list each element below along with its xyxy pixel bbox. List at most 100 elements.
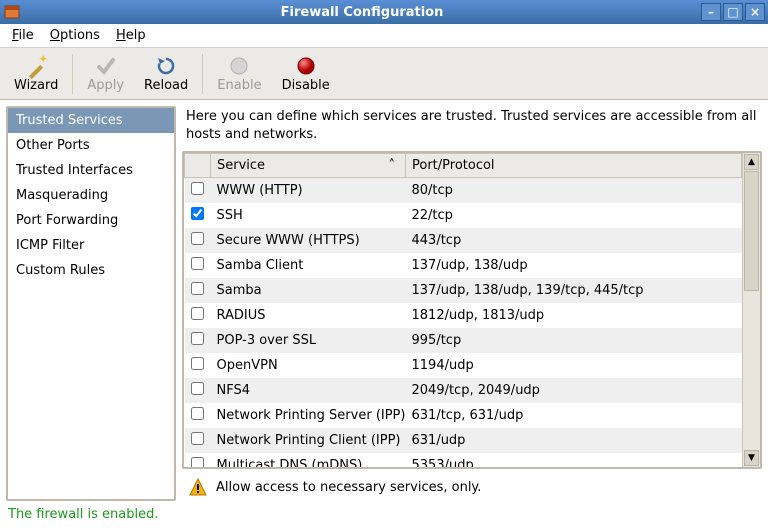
table-row[interactable]: Samba137/udp, 138/udp, 139/tcp, 445/tcp [185, 278, 742, 303]
sidebar-item[interactable]: Other Ports [8, 133, 174, 158]
table-row[interactable]: Network Printing Server (IPP)631/tcp, 63… [185, 403, 742, 428]
column-header-port-label: Port/Protocol [412, 158, 495, 173]
table-row[interactable]: Secure WWW (HTTPS)443/tcp [185, 228, 742, 253]
status-bar: The firewall is enabled. [0, 503, 768, 528]
table-row[interactable]: Samba Client137/udp, 138/udp [185, 253, 742, 278]
toolbar-separator [72, 54, 73, 94]
service-port: 995/tcp [406, 328, 742, 353]
service-checkbox[interactable] [191, 332, 204, 345]
menu-file[interactable]: File [4, 26, 42, 45]
service-name: SSH [211, 203, 406, 228]
close-button[interactable]: × [745, 3, 765, 21]
warning-icon [188, 477, 208, 497]
reload-button[interactable]: Reload [134, 50, 198, 98]
service-name: Secure WWW (HTTPS) [211, 228, 406, 253]
wizard-button[interactable]: Wizard [4, 50, 68, 98]
reload-icon [154, 54, 178, 78]
sidebar-item[interactable]: Trusted Interfaces [8, 158, 174, 183]
vertical-scrollbar[interactable]: ▲ ▼ [742, 153, 760, 467]
column-header-service-label: Service [217, 158, 265, 173]
apply-icon [94, 54, 118, 78]
service-port: 2049/tcp, 2049/udp [406, 378, 742, 403]
disable-icon [294, 54, 318, 78]
table-row[interactable]: SSH22/tcp [185, 203, 742, 228]
service-port: 80/tcp [406, 178, 742, 204]
window-title: Firewall Configuration [24, 5, 700, 20]
service-port: 631/tcp, 631/udp [406, 403, 742, 428]
service-checkbox[interactable] [191, 432, 204, 445]
toolbar-separator [202, 54, 203, 94]
sidebar-item[interactable]: ICMP Filter [8, 233, 174, 258]
service-name: Samba [211, 278, 406, 303]
column-header-service[interactable]: Service ˄ [211, 154, 406, 178]
service-checkbox[interactable] [191, 232, 204, 245]
service-name: Network Printing Client (IPP) [211, 428, 406, 453]
service-port: 443/tcp [406, 228, 742, 253]
service-name: Multicast DNS (mDNS) [211, 453, 406, 467]
column-header-port[interactable]: Port/Protocol [406, 154, 742, 178]
scroll-thumb[interactable] [744, 171, 759, 291]
sidebar-item[interactable]: Masquerading [8, 183, 174, 208]
sidebar-item[interactable]: Custom Rules [8, 258, 174, 283]
scroll-down-icon[interactable]: ▼ [744, 450, 759, 466]
service-checkbox[interactable] [191, 182, 204, 195]
maximize-button[interactable]: □ [723, 3, 743, 21]
service-name: WWW (HTTP) [211, 178, 406, 204]
service-name: Samba Client [211, 253, 406, 278]
service-checkbox[interactable] [191, 282, 204, 295]
table-row[interactable]: WWW (HTTP)80/tcp [185, 178, 742, 204]
sidebar-item[interactable]: Port Forwarding [8, 208, 174, 233]
enable-icon [227, 54, 251, 78]
service-name: POP-3 over SSL [211, 328, 406, 353]
reload-label: Reload [144, 78, 188, 93]
warning-text: Allow access to necessary services, only… [216, 480, 481, 495]
enable-button: Enable [207, 50, 271, 98]
service-port: 1194/udp [406, 353, 742, 378]
services-table-wrap: Service˄ Port/Protocol WWW (HTTP)80/tcpS… [182, 151, 762, 469]
status-text: The firewall is enabled. [8, 507, 158, 522]
service-port: 5353/udp [406, 453, 742, 467]
service-port: 1812/udp, 1813/udp [406, 303, 742, 328]
service-checkbox[interactable] [191, 207, 204, 220]
service-checkbox[interactable] [191, 257, 204, 270]
service-name: OpenVPN [211, 353, 406, 378]
sidebar-item[interactable]: Trusted Services [8, 108, 174, 133]
sidebar: Trusted ServicesOther PortsTrusted Inter… [6, 106, 176, 501]
table-row[interactable]: Multicast DNS (mDNS)5353/udp [185, 453, 742, 467]
service-port: 137/udp, 138/udp [406, 253, 742, 278]
minimize-button[interactable]: – [701, 3, 721, 21]
table-row[interactable]: POP-3 over SSL995/tcp [185, 328, 742, 353]
apply-button: Apply [77, 50, 134, 98]
services-table: Service˄ Port/Protocol WWW (HTTP)80/tcpS… [184, 153, 742, 467]
table-row[interactable]: NFS42049/tcp, 2049/udp [185, 378, 742, 403]
service-checkbox[interactable] [191, 407, 204, 420]
scroll-track[interactable] [743, 171, 760, 449]
menu-help[interactable]: Help [108, 26, 154, 45]
wizard-icon [24, 54, 48, 78]
table-row[interactable]: OpenVPN1194/udp [185, 353, 742, 378]
title-bar: Firewall Configuration – □ × [0, 0, 768, 24]
disable-button[interactable]: Disable [272, 50, 340, 98]
service-name: Network Printing Server (IPP) [211, 403, 406, 428]
service-checkbox[interactable] [191, 457, 204, 467]
table-row[interactable]: Network Printing Client (IPP)631/udp [185, 428, 742, 453]
menu-bar: File Options Help [0, 24, 768, 48]
panel-description: Here you can define which services are t… [182, 106, 762, 147]
content-panel: Here you can define which services are t… [182, 106, 762, 501]
sort-ascending-icon: ˄ [389, 158, 396, 173]
menu-options[interactable]: Options [42, 26, 108, 45]
scroll-up-icon[interactable]: ▲ [744, 154, 759, 170]
service-checkbox[interactable] [191, 357, 204, 370]
warning-bar: Allow access to necessary services, only… [182, 473, 762, 501]
service-name: RADIUS [211, 303, 406, 328]
enable-label: Enable [217, 78, 261, 93]
disable-label: Disable [282, 78, 330, 93]
toolbar: Wizard Apply Reload Enable Disable [0, 48, 768, 100]
service-port: 631/udp [406, 428, 742, 453]
table-row[interactable]: RADIUS1812/udp, 1813/udp [185, 303, 742, 328]
service-checkbox[interactable] [191, 382, 204, 395]
column-header-checkbox[interactable] [185, 154, 211, 178]
service-checkbox[interactable] [191, 307, 204, 320]
app-icon [0, 4, 24, 20]
service-port: 137/udp, 138/udp, 139/tcp, 445/tcp [406, 278, 742, 303]
